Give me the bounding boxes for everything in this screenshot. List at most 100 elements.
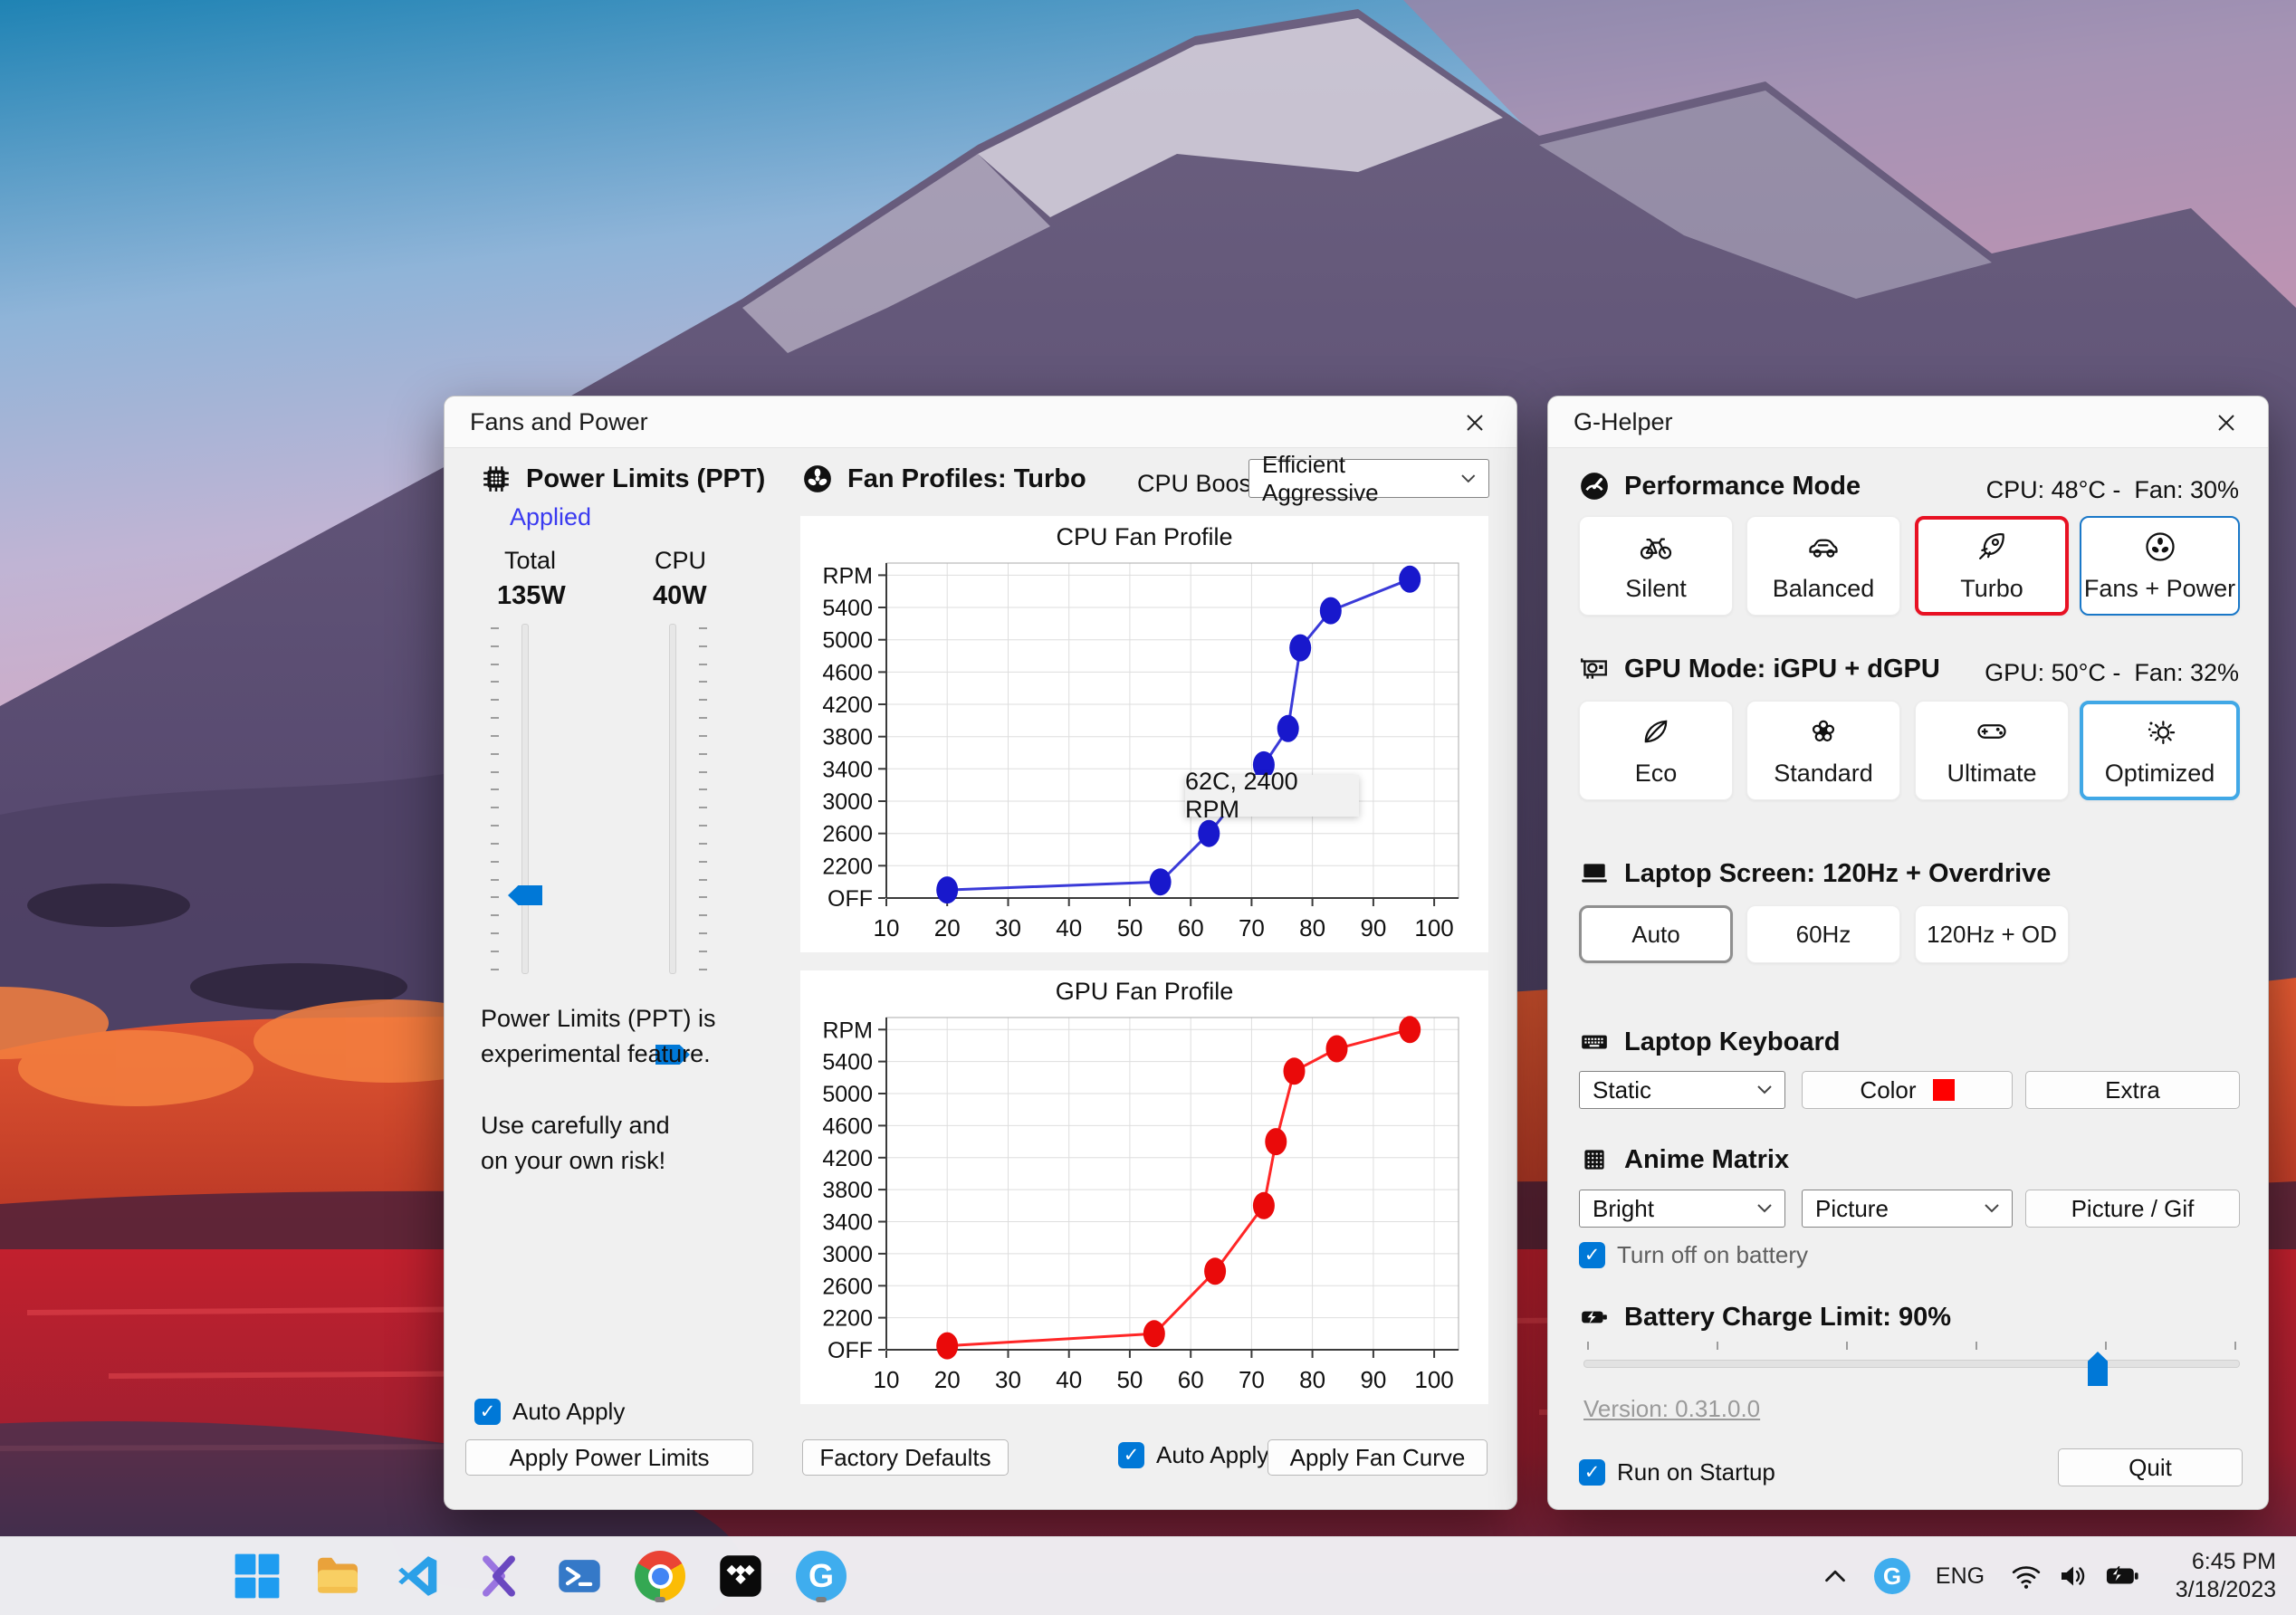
ghelper-taskbar-button[interactable]: G	[792, 1547, 850, 1605]
checkbox-checked-icon: ✓	[1118, 1442, 1144, 1468]
wifi-indicator[interactable]	[2003, 1547, 2050, 1605]
anime-matrix-heading: Anime Matrix	[1579, 1144, 1789, 1175]
vscode-button[interactable]	[389, 1547, 447, 1605]
battery-indicator[interactable]	[2097, 1547, 2148, 1605]
svg-text:4600: 4600	[822, 1113, 873, 1139]
eco-mode-button[interactable]: Eco	[1579, 701, 1733, 800]
power-auto-apply-checkbox[interactable]: ✓ Auto Apply	[474, 1398, 625, 1426]
chevron-down-icon	[1757, 1204, 1772, 1213]
file-explorer-button[interactable]	[309, 1547, 367, 1605]
ghelper-icon: G	[796, 1551, 847, 1601]
quit-button[interactable]: Quit	[2058, 1448, 2243, 1486]
battery-icon	[1582, 1311, 1607, 1324]
taskbar: G G ENG 6:45 PM 3/18/2023	[0, 1536, 2296, 1615]
close-icon[interactable]	[2197, 404, 2255, 442]
battery-limit-slider[interactable]	[1583, 1342, 2240, 1389]
svg-text:70: 70	[1239, 914, 1265, 941]
window-title: G-Helper	[1574, 408, 1673, 435]
dev-app-button[interactable]	[470, 1547, 528, 1605]
version-link[interactable]: Version: 0.31.0.0	[1583, 1395, 1760, 1423]
standard-mode-button[interactable]: Standard	[1746, 701, 1900, 800]
battery-slider-thumb[interactable]	[2088, 1352, 2108, 1386]
ghelper-titlebar[interactable]: G-Helper	[1548, 397, 2268, 448]
fans-window-titlebar[interactable]: Fans and Power	[445, 397, 1516, 448]
tray-time: 6:45 PM	[2191, 1549, 2276, 1574]
ghelper-window: G-Helper Performance Mode CPU: 48°C - Fa…	[1547, 396, 2269, 1510]
svg-text:RPM: RPM	[822, 1018, 873, 1043]
tidal-button[interactable]	[712, 1547, 770, 1605]
chevron-down-icon	[1461, 473, 1476, 483]
slider-track[interactable]	[669, 624, 676, 974]
chevron-down-icon	[1757, 1085, 1772, 1094]
svg-text:10: 10	[874, 1366, 900, 1393]
svg-text:CPU Fan Profile: CPU Fan Profile	[1056, 523, 1232, 550]
total-power-slider[interactable]	[491, 624, 545, 974]
svg-text:4600: 4600	[822, 660, 873, 685]
fans-auto-apply-checkbox[interactable]: ✓ Auto Apply	[1118, 1441, 1268, 1469]
screen-60hz-button[interactable]: 60Hz	[1746, 905, 1900, 963]
ppt-warning-1: Power Limits (PPT) is experimental featu…	[481, 1005, 716, 1067]
svg-text:GPU Fan Profile: GPU Fan Profile	[1056, 978, 1234, 1005]
slider-track[interactable]	[521, 624, 529, 974]
keyboard-mode-select[interactable]: Static	[1579, 1071, 1785, 1109]
matrix-brightness-select[interactable]: Bright	[1579, 1190, 1785, 1228]
close-icon[interactable]	[1446, 404, 1504, 442]
fans-power-window: Fans and Power Power Limits (PPT) Applie…	[444, 396, 1517, 1510]
cpu-power-slider[interactable]	[653, 624, 707, 1065]
chevron-up-icon	[1825, 1570, 1845, 1582]
laptop-screen-heading: Laptop Screen: 120Hz + Overdrive	[1579, 858, 2051, 889]
powershell-button[interactable]	[550, 1547, 608, 1605]
svg-text:2600: 2600	[822, 822, 873, 847]
silent-mode-button[interactable]: Silent	[1579, 516, 1733, 616]
chrome-button[interactable]	[631, 1547, 689, 1605]
svg-text:OFF: OFF	[828, 886, 873, 912]
balanced-mode-button[interactable]: Balanced	[1746, 516, 1900, 616]
gpu-fan-chart[interactable]: OFF 2200 2600 3000 3400 3800 4200 4600 5000 5400 R…	[800, 970, 1488, 1404]
checkbox-checked-icon: ✓	[1579, 1242, 1605, 1268]
apply-fan-curve-button[interactable]: Apply Fan Curve	[1268, 1439, 1488, 1476]
volume-indicator[interactable]	[2050, 1547, 2097, 1605]
svg-text:5000: 5000	[822, 1082, 873, 1107]
svg-text:3400: 3400	[822, 757, 873, 782]
svg-text:20: 20	[934, 1366, 961, 1393]
factory-defaults-button[interactable]: Factory Defaults	[802, 1439, 1009, 1476]
keyboard-extra-button[interactable]: Extra	[2025, 1071, 2240, 1109]
total-slider-thumb[interactable]	[508, 885, 542, 905]
language-indicator[interactable]: ENG	[1928, 1547, 1992, 1605]
svg-text:4200: 4200	[822, 693, 873, 718]
svg-text:40: 40	[1056, 914, 1082, 941]
window-title: Fans and Power	[470, 408, 648, 435]
cpu-boost-select[interactable]: Efficient Aggressive	[1248, 451, 1489, 506]
keyboard-color-button[interactable]: Color	[1802, 1071, 2013, 1109]
matrix-battery-checkbox[interactable]: ✓ Turn off on battery	[1579, 1241, 1808, 1269]
matrix-mode-select[interactable]: Picture	[1802, 1190, 2013, 1228]
svg-text:50: 50	[1116, 1366, 1143, 1393]
svg-text:3800: 3800	[822, 1178, 873, 1203]
slider-track[interactable]	[1583, 1360, 2240, 1368]
clock[interactable]: 6:45 PM 3/18/2023	[2176, 1548, 2276, 1604]
start-button[interactable]	[228, 1547, 286, 1605]
fans-power-mode-button[interactable]: Fans + Power	[2080, 516, 2240, 616]
svg-text:100: 100	[1414, 1366, 1453, 1393]
ultimate-mode-button[interactable]: Ultimate	[1915, 701, 2069, 800]
checkbox-checked-icon: ✓	[474, 1399, 501, 1425]
screen-120hz-od-button[interactable]: 120Hz + OD	[1915, 905, 2069, 963]
fan-icon	[2145, 531, 2175, 561]
keyboard-icon	[1582, 1035, 1607, 1049]
run-on-startup-checkbox[interactable]: ✓ Run on Startup	[1579, 1458, 1775, 1486]
optimized-mode-button[interactable]: Optimized	[2080, 701, 2240, 800]
svg-text:5400: 5400	[822, 1050, 873, 1075]
performance-mode-heading: Performance Mode	[1579, 471, 1861, 502]
matrix-picture-gif-button[interactable]: Picture / Gif	[2025, 1190, 2240, 1228]
color-swatch	[1932, 1079, 1955, 1101]
ghelper-tray-button[interactable]: G	[1869, 1547, 1916, 1605]
tray-chevron-button[interactable]	[1815, 1547, 1855, 1605]
fan-curve-tooltip: 62C, 2400 RPM	[1185, 768, 1359, 823]
cpu-boost-label: CPU Boost	[1137, 470, 1258, 497]
apply-power-limits-button[interactable]: Apply Power Limits	[465, 1439, 753, 1476]
turbo-mode-button[interactable]: Turbo	[1915, 516, 2069, 616]
cpu-fan-chart[interactable]: OFF 2200 2600 3000 3400 3800 4200 4600 5000 5400 R…	[800, 516, 1488, 952]
screen-auto-button[interactable]: Auto	[1579, 905, 1733, 963]
svg-text:50: 50	[1116, 914, 1143, 941]
running-indicator	[655, 1597, 665, 1602]
